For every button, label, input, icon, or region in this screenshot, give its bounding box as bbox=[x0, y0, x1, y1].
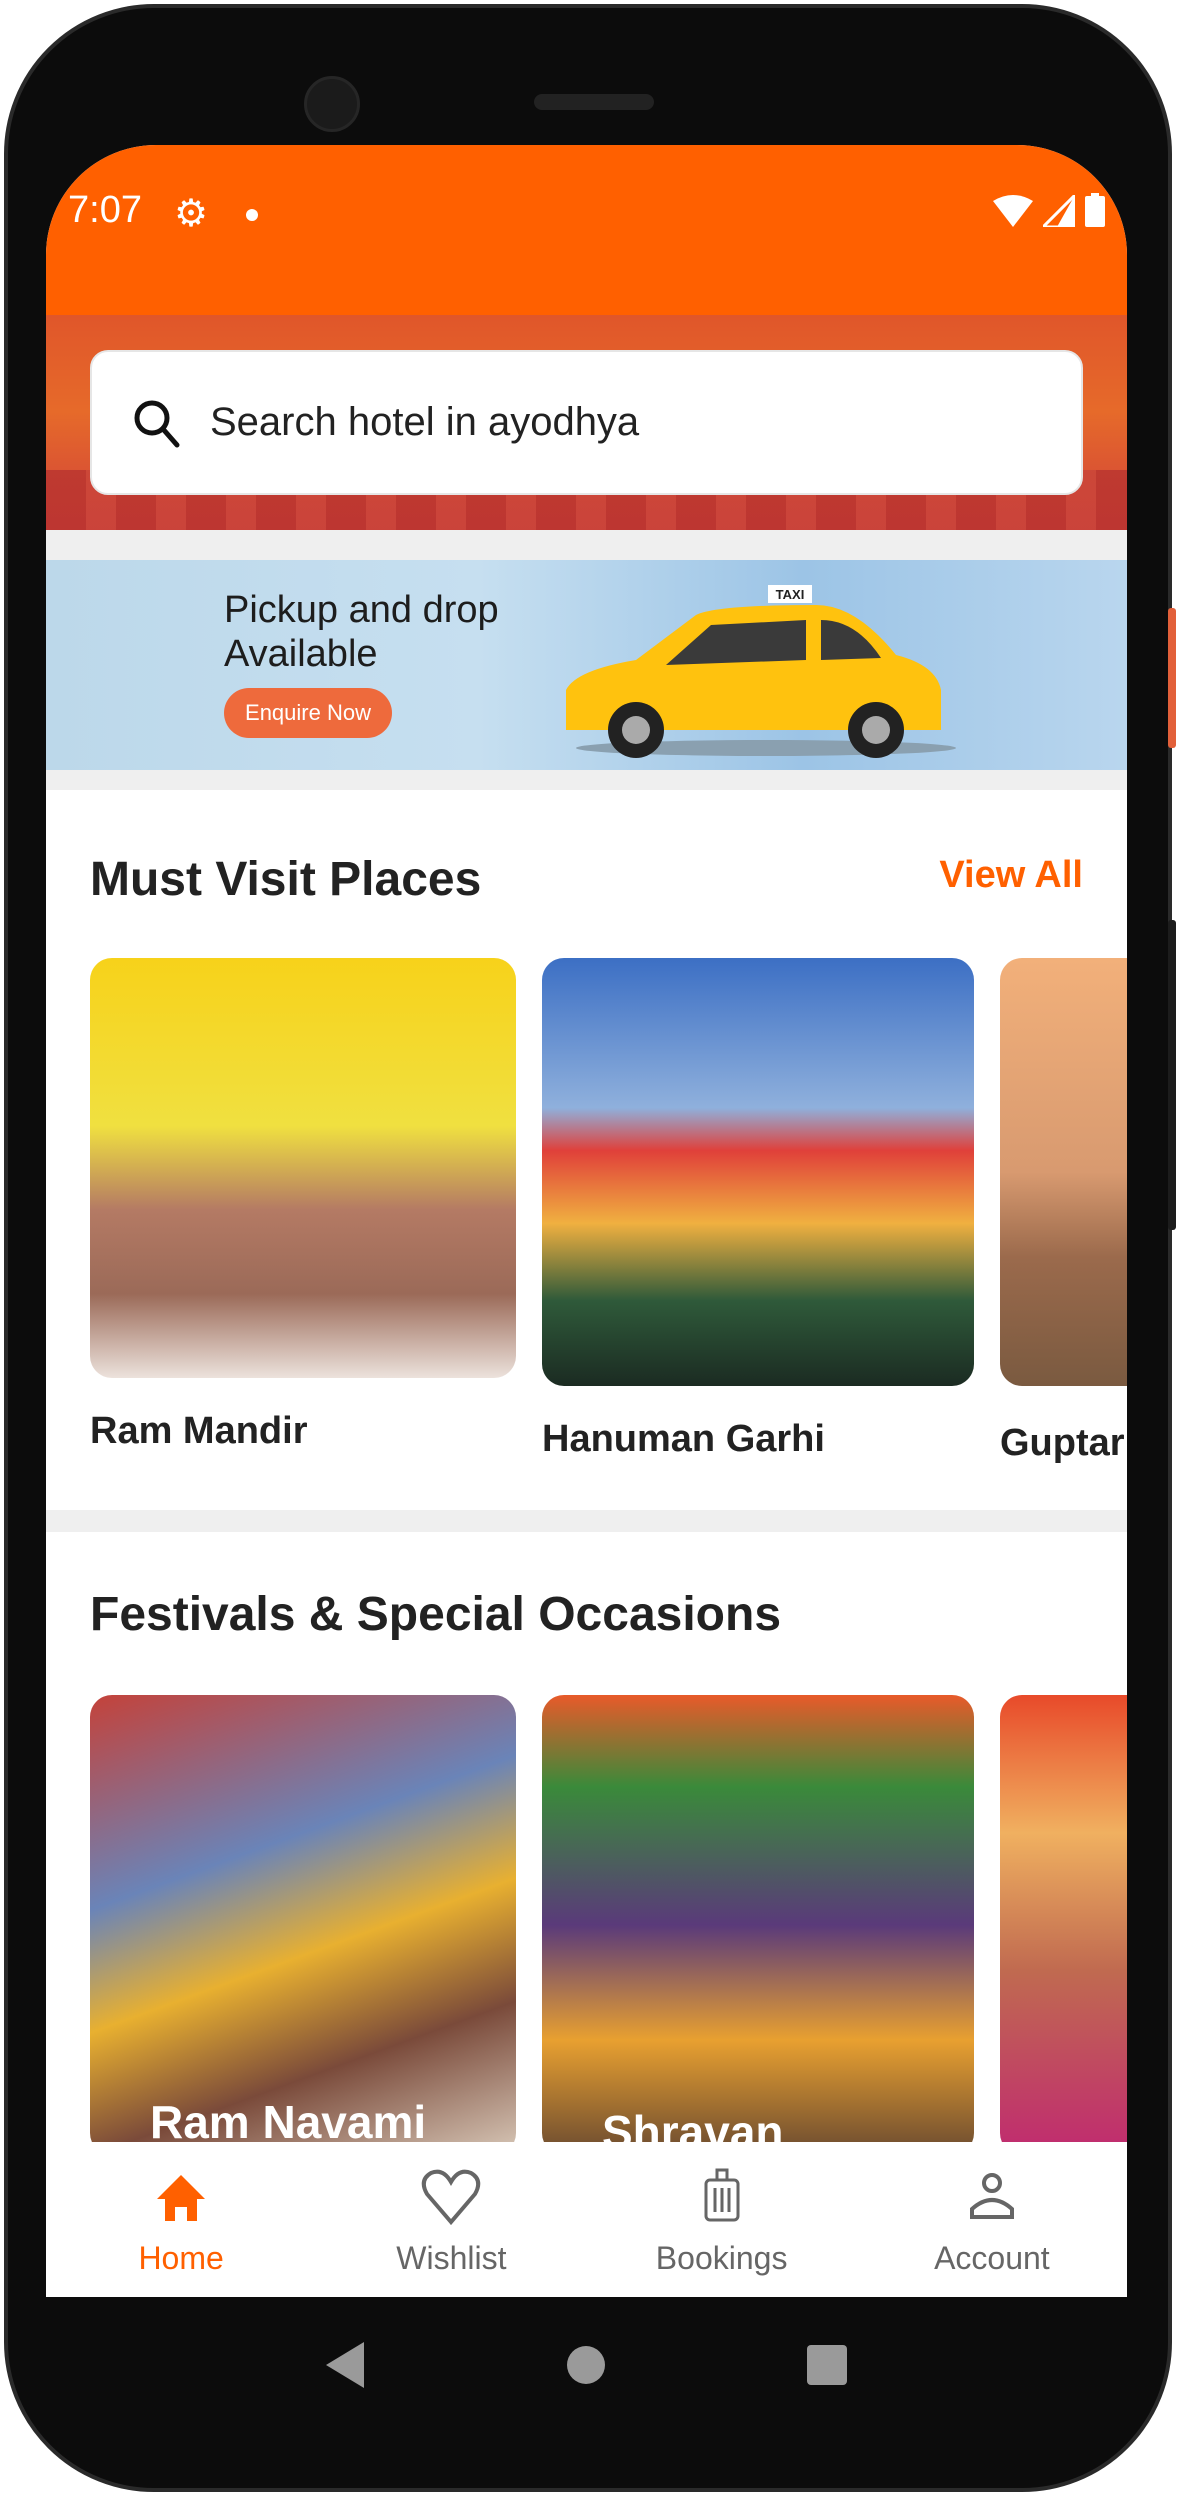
luggage-icon bbox=[704, 2168, 740, 2222]
signal-icon bbox=[1043, 195, 1075, 227]
section-title: Festivals & Special Occasions bbox=[90, 1588, 782, 1641]
battery-icon bbox=[1085, 193, 1105, 227]
place-card-image[interactable] bbox=[90, 958, 516, 1378]
gear-icon: ⚙ bbox=[174, 193, 209, 235]
heart-icon bbox=[422, 2169, 481, 2226]
back-icon[interactable] bbox=[326, 2341, 366, 2388]
festivals-section: Festivals & Special Occasions Ram Navami… bbox=[46, 1532, 1127, 2155]
notification-dot-icon bbox=[246, 209, 258, 221]
person-icon bbox=[969, 2173, 1014, 2219]
banner-line1: Pickup and drop bbox=[224, 589, 499, 631]
home-circle-icon[interactable] bbox=[566, 2345, 606, 2385]
taxi-illustration: TAXI bbox=[566, 585, 956, 758]
app-screen: 7:07 ⚙ Search hotel in ayodhya Pickup an… bbox=[46, 145, 1127, 2297]
nav-home[interactable]: Home bbox=[46, 2142, 316, 2297]
status-bar: 7:07 ⚙ bbox=[46, 145, 1127, 315]
front-camera bbox=[304, 76, 360, 132]
section-title: Must Visit Places bbox=[90, 853, 482, 906]
search-icon bbox=[134, 400, 180, 447]
wifi-icon bbox=[993, 195, 1033, 227]
nav-bookings[interactable]: Bookings bbox=[587, 2142, 857, 2297]
recents-icon[interactable] bbox=[806, 2344, 847, 2385]
festival-card-image[interactable]: Ram Navami bbox=[90, 1695, 516, 2155]
system-nav-bar bbox=[46, 2297, 1127, 2432]
volume-button bbox=[1168, 920, 1176, 1230]
place-name[interactable]: Hanuman Garhi bbox=[542, 1418, 825, 1461]
taxi-sign: TAXI bbox=[776, 587, 805, 602]
festival-card-image[interactable]: Shravan bbox=[542, 1695, 974, 2155]
must-visit-section: Must Visit Places View All Ram Mandir Ha… bbox=[46, 790, 1127, 1510]
search-placeholder: Search hotel in ayodhya bbox=[210, 400, 640, 444]
nav-account[interactable]: Account bbox=[857, 2142, 1127, 2297]
festival-card-image[interactable] bbox=[1000, 1695, 1127, 2155]
place-card-image[interactable] bbox=[1000, 958, 1127, 1386]
nav-label: Bookings bbox=[655, 2240, 788, 2276]
place-card-image[interactable] bbox=[542, 958, 974, 1386]
nav-label: Account bbox=[934, 2240, 1050, 2276]
divider bbox=[46, 530, 1127, 560]
banner-line2: Available bbox=[224, 633, 378, 675]
divider bbox=[46, 1510, 1127, 1532]
nav-label: Home bbox=[138, 2240, 224, 2276]
nav-wishlist[interactable]: Wishlist bbox=[316, 2142, 586, 2297]
bottom-nav: Home Wishlist Bookings Account bbox=[46, 2142, 1127, 2297]
home-icon bbox=[157, 2175, 206, 2221]
search-input[interactable]: Search hotel in ayodhya bbox=[90, 350, 1083, 495]
divider bbox=[46, 770, 1127, 790]
taxi-banner[interactable]: Pickup and drop Available Enquire Now TAX… bbox=[46, 560, 1127, 770]
view-all-link[interactable]: View All bbox=[939, 854, 1083, 897]
place-name[interactable]: Ram Mandir bbox=[90, 1410, 307, 1453]
nav-label: Wishlist bbox=[396, 2240, 507, 2276]
earpiece bbox=[534, 94, 654, 110]
festival-name: Ram Navami bbox=[150, 2096, 427, 2148]
status-time: 7:07 bbox=[68, 189, 142, 231]
enquire-now-button[interactable]: Enquire Now bbox=[224, 688, 392, 738]
place-name[interactable]: Guptar bbox=[1000, 1422, 1125, 1465]
power-button bbox=[1168, 608, 1176, 748]
